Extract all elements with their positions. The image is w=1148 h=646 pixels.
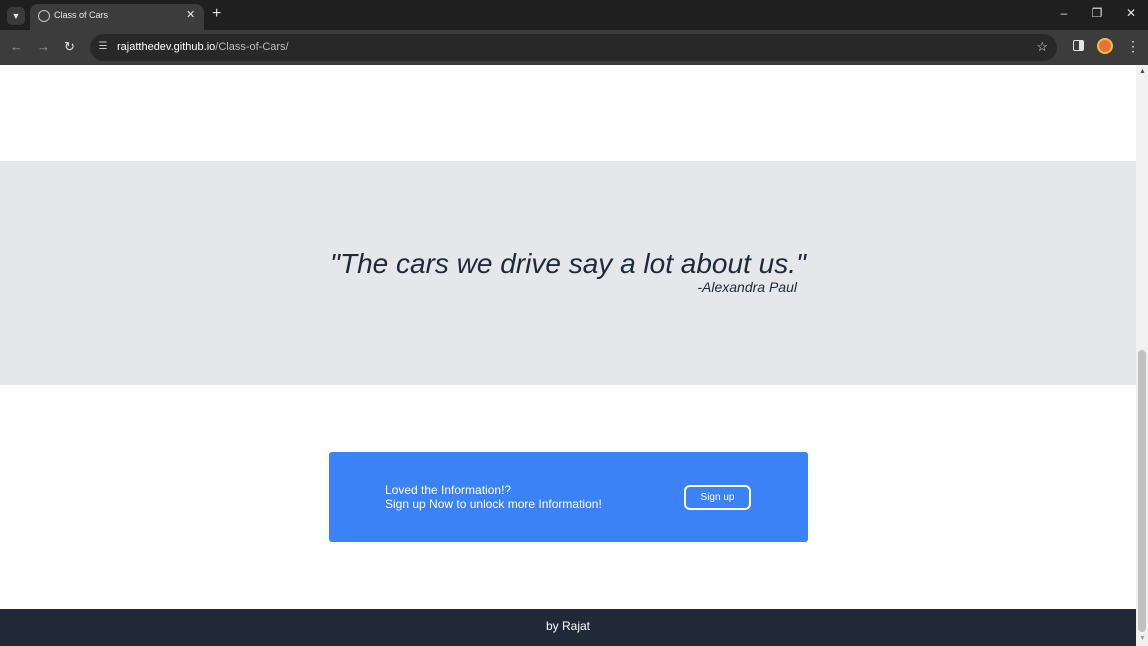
- tab-bar: ▼ Class of Cars ✕ + – ❐ ✕: [0, 0, 1148, 30]
- quote-author: -Alexandra Paul: [697, 279, 797, 295]
- menu-icon[interactable]: ⋮: [1126, 38, 1140, 55]
- signup-button[interactable]: Sign up: [684, 485, 751, 510]
- signup-line-1: Loved the Information!?: [385, 483, 512, 497]
- side-panel-icon[interactable]: [1073, 40, 1084, 51]
- url-text[interactable]: rajatthedev.github.io/Class-of-Cars/: [117, 41, 289, 53]
- quote-text: "The cars we drive say a lot about us.": [330, 248, 806, 279]
- profile-avatar[interactable]: [1097, 38, 1113, 54]
- signup-banner: Loved the Information!? Sign up Now to u…: [329, 452, 808, 542]
- vertical-scrollbar[interactable]: ▲ ▼: [1136, 65, 1148, 646]
- footer-credit: by Rajat: [545, 619, 591, 633]
- forward-icon[interactable]: →: [37, 39, 50, 54]
- close-icon[interactable]: ✕: [186, 8, 195, 21]
- site-info-icon[interactable]: ☰: [96, 40, 110, 54]
- close-window-icon[interactable]: ✕: [1121, 6, 1141, 20]
- plus-icon[interactable]: +: [212, 5, 221, 23]
- globe-icon: [38, 10, 50, 22]
- scroll-up-icon[interactable]: ▲: [1139, 68, 1146, 75]
- signup-message: Loved the Information!? Sign up Now to u…: [385, 483, 602, 511]
- signup-line-2: Sign up Now to unlock more Information!: [385, 497, 602, 511]
- tab-title: Class of Cars: [54, 10, 109, 20]
- minimize-icon[interactable]: –: [1054, 6, 1074, 20]
- scroll-thumb[interactable]: [1138, 350, 1146, 632]
- quote-section: "The cars we drive say a lot about us." …: [0, 161, 1136, 385]
- browser-toolbar: ← → ↻ ☰ rajatthedev.github.io/Class-of-C…: [0, 30, 1148, 65]
- back-icon[interactable]: ←: [10, 39, 23, 54]
- tab-active[interactable]: Class of Cars ✕: [30, 4, 204, 30]
- star-icon[interactable]: ☆: [1036, 39, 1048, 55]
- address-bar[interactable]: ☰ rajatthedev.github.io/Class-of-Cars/ ☆: [90, 34, 1057, 61]
- page-content: "The cars we drive say a lot about us." …: [0, 65, 1136, 646]
- reload-icon[interactable]: ↻: [64, 39, 75, 55]
- restore-icon[interactable]: ❐: [1087, 6, 1107, 20]
- tab-search-icon[interactable]: ▼: [7, 7, 25, 25]
- footer: by Rajat: [0, 609, 1136, 646]
- scroll-down-icon[interactable]: ▼: [1139, 635, 1146, 642]
